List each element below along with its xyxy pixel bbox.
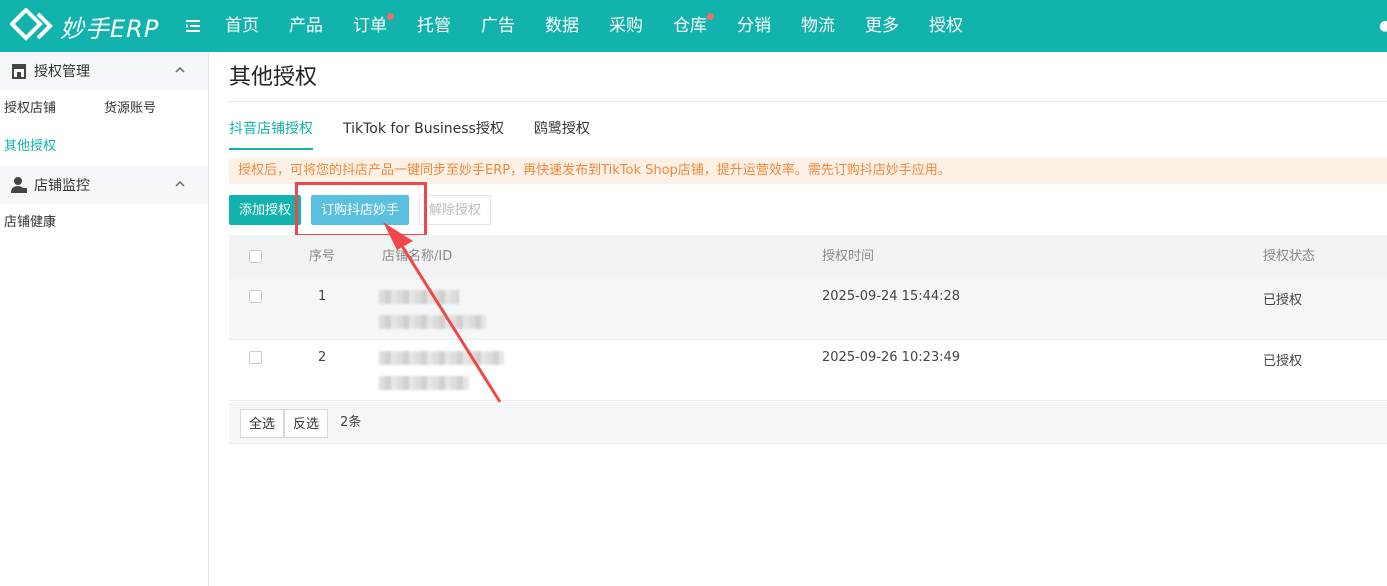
header-shop-name: 店铺名称/ID: [382, 249, 453, 264]
nav-item-label: 托管: [417, 16, 451, 36]
nav-item-label: 物流: [801, 16, 835, 36]
nav-item-8[interactable]: 分销: [722, 0, 786, 52]
select-all-checkbox[interactable]: [249, 250, 262, 263]
row-auth-time: 2025-09-26 10:23:49: [822, 350, 961, 365]
row-checkbox[interactable]: [249, 290, 262, 303]
invert-selection-button[interactable]: 反选: [284, 409, 329, 438]
sidebar: 授权管理 授权店铺 货源账号 其他授权 店铺监控 店铺健康: [0, 52, 209, 586]
brand-name: 妙手ERP: [60, 14, 160, 43]
main-content: 其他授权 抖音店铺授权 TikTok for Business授权 鸥鹭授权 授…: [229, 52, 1387, 444]
row-auth-status: 已授权: [1263, 354, 1303, 369]
sidebar-item-auth-shop[interactable]: 授权店铺: [4, 90, 104, 128]
table-row[interactable]: 2 2025-09-26 10:23:49 已授权: [229, 340, 1387, 401]
nav-item-1[interactable]: 产品: [274, 0, 338, 52]
brand-logo[interactable]: 妙手ERP: [10, 8, 159, 44]
record-count: 2条: [340, 415, 362, 430]
top-navbar: 妙手ERP 首页 产品 订单 托管 广告 数据 采购 仓库 分销 物流 更多 授权 ●: [0, 0, 1387, 52]
sidebar-item-shop-health[interactable]: 店铺健康: [4, 204, 104, 242]
add-auth-button[interactable]: 添加授权: [229, 195, 302, 225]
sidebar-item-other-auth[interactable]: 其他授权: [4, 128, 104, 166]
nav-item-label: 订单: [353, 16, 387, 36]
nav-item-4[interactable]: 广告: [466, 0, 530, 52]
row-index: 1: [318, 289, 327, 304]
toolbar: 添加授权 订购抖店妙手 解除授权: [229, 195, 1387, 225]
sidebar-group-monitor[interactable]: 店铺监控: [0, 166, 208, 204]
subscribe-app-button[interactable]: 订购抖店妙手: [311, 195, 410, 225]
nav-item-label: 广告: [481, 16, 515, 36]
chevron-up-icon[interactable]: [174, 178, 186, 190]
logo-icon: [10, 8, 53, 41]
page-title: 其他授权: [229, 64, 1387, 102]
header-index: 序号: [309, 249, 336, 264]
nav-item-11[interactable]: 授权: [914, 0, 978, 52]
notification-dot: [707, 13, 714, 20]
tab-oulu-auth[interactable]: 鸥鹭授权: [534, 120, 590, 150]
remove-auth-button[interactable]: 解除授权: [419, 195, 492, 225]
nav-item-label: 仓库: [673, 16, 707, 36]
redacted-shop-name: [379, 351, 504, 365]
main-nav: 首页 产品 订单 托管 广告 数据 采购 仓库 分销 物流 更多 授权: [210, 0, 978, 52]
table-footer: 全选 反选 2条: [229, 402, 1387, 444]
nav-item-label: 采购: [609, 16, 643, 36]
nav-item-9[interactable]: 物流: [786, 0, 850, 52]
nav-item-label: 分销: [737, 16, 771, 36]
nav-item-0[interactable]: 首页: [210, 0, 274, 52]
tab-douyin-auth[interactable]: 抖音店铺授权: [229, 120, 313, 150]
redacted-shop-id: [379, 315, 486, 329]
nav-item-label: 产品: [289, 16, 323, 36]
nav-item-3[interactable]: 托管: [402, 0, 466, 52]
auth-tabs: 抖音店铺授权 TikTok for Business授权 鸥鹭授权: [229, 120, 1387, 150]
menu-toggle-icon[interactable]: [184, 17, 202, 35]
nav-item-label: 更多: [865, 16, 899, 36]
row-index: 2: [318, 350, 327, 365]
table-row[interactable]: 1 2025-09-24 15:44:28 已授权: [229, 279, 1387, 340]
store-icon: [12, 64, 26, 79]
sidebar-item-source-account[interactable]: 货源账号: [104, 90, 204, 128]
notice-banner: 授权后，可将您的抖店产品一键同步至妙手ERP，再快速发布到TikTok Shop…: [229, 158, 1387, 184]
nav-item-6[interactable]: 采购: [594, 0, 658, 52]
sidebar-group-title: 店铺监控: [34, 178, 90, 194]
user-icon[interactable]: ●: [1379, 18, 1387, 34]
chevron-up-icon[interactable]: [174, 64, 186, 76]
sidebar-group-auth[interactable]: 授权管理: [0, 52, 208, 90]
notification-dot: [387, 13, 394, 20]
nav-item-10[interactable]: 更多: [850, 0, 914, 52]
row-checkbox[interactable]: [249, 351, 262, 364]
user-monitor-icon: [11, 177, 27, 193]
sidebar-links-auth: 授权店铺 货源账号 其他授权: [0, 90, 208, 166]
nav-item-2[interactable]: 订单: [338, 0, 402, 52]
redacted-shop-name: [379, 290, 459, 304]
redacted-shop-id: [379, 376, 469, 390]
table-header: 序号 店铺名称/ID 授权时间 授权状态: [229, 235, 1387, 279]
nav-item-5[interactable]: 数据: [530, 0, 594, 52]
sidebar-group-title: 授权管理: [34, 64, 90, 80]
header-auth-time: 授权时间: [822, 249, 875, 264]
sidebar-links-monitor: 店铺健康: [0, 204, 208, 242]
row-auth-time: 2025-09-24 15:44:28: [822, 289, 961, 304]
select-all-button[interactable]: 全选: [240, 409, 285, 438]
nav-item-label: 授权: [929, 16, 963, 36]
nav-item-label: 首页: [225, 16, 259, 36]
auth-table: 序号 店铺名称/ID 授权时间 授权状态 1 2025-09-24 15:44:…: [229, 235, 1387, 444]
row-auth-status: 已授权: [1263, 293, 1303, 308]
tab-tiktok-business-auth[interactable]: TikTok for Business授权: [343, 120, 504, 150]
nav-item-label: 数据: [545, 16, 579, 36]
header-auth-status: 授权状态: [1263, 249, 1316, 264]
nav-item-7[interactable]: 仓库: [658, 0, 722, 52]
